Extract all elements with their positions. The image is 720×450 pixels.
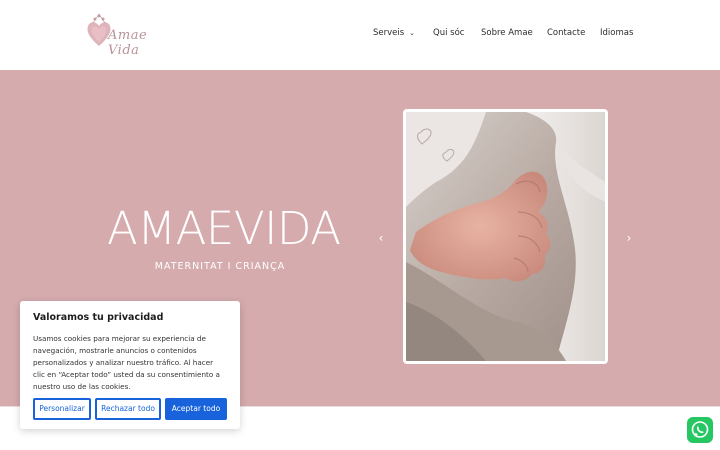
slider-image xyxy=(403,109,608,364)
baby-hand-photo xyxy=(406,112,605,361)
whatsapp-icon xyxy=(691,421,709,438)
site-logo[interactable]: Amae Vida xyxy=(84,12,180,58)
nav-item-serveis[interactable]: Serveis ⌄ xyxy=(373,28,415,38)
nav-item-label: Serveis xyxy=(373,28,405,38)
nav-item-sobre-amae[interactable]: Sobre Amae xyxy=(481,28,533,38)
hero-title: AMAEVIDA xyxy=(107,202,341,255)
nav-item-qui-soc[interactable]: Qui sóc xyxy=(433,28,464,38)
hero-subtitle: MATERNITAT I CRIANÇA xyxy=(154,261,286,272)
whatsapp-button[interactable] xyxy=(687,417,713,443)
slider-next-arrow-icon[interactable]: › xyxy=(622,231,636,245)
nav-item-idiomas[interactable]: Idiomas xyxy=(600,28,633,38)
reject-all-button[interactable]: Rechazar todo xyxy=(95,398,161,420)
chevron-down-icon: ⌄ xyxy=(409,29,416,37)
logo-text: Amae Vida xyxy=(108,28,148,58)
cookie-description: Usamos cookies para mejorar su experienc… xyxy=(33,334,220,391)
accept-all-button[interactable]: Aceptar todo xyxy=(165,398,227,420)
site-header: Amae Vida Serveis ⌄ Qui sóc Sobre Amae Co… xyxy=(0,0,720,70)
slider-prev-arrow-icon[interactable]: ‹ xyxy=(374,231,388,245)
nav-item-contacte[interactable]: Contacte xyxy=(547,28,585,38)
cookie-consent-banner: Valoramos tu privacidad Usamos cookies p… xyxy=(20,301,240,429)
customize-button[interactable]: Personalizar xyxy=(33,398,91,420)
cookie-title: Valoramos tu privacidad xyxy=(33,312,164,323)
